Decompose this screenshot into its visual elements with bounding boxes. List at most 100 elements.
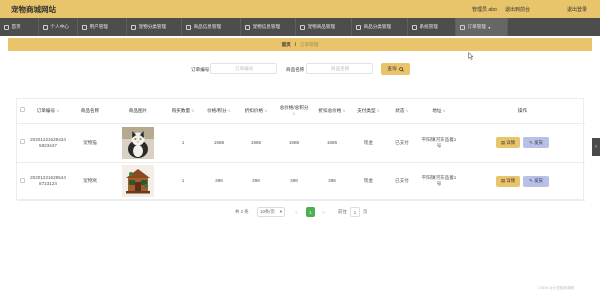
price-cell: 1988	[201, 123, 237, 163]
status-cell: 已支付	[386, 162, 418, 201]
detail-button[interactable]: ▤ 详情	[496, 175, 520, 187]
column-header[interactable]: 支付类型 ⇅	[351, 99, 386, 124]
column-header[interactable]: 地址 ⇅	[418, 99, 460, 124]
column-header[interactable]: 折扣总价格 ⇅	[313, 99, 351, 124]
discount-price-cell: 1986	[237, 123, 275, 163]
breadcrumb: 首页 / 订单管理	[8, 38, 592, 51]
document-icon: ▤	[500, 178, 506, 183]
product-image-pet-house	[122, 165, 154, 197]
nav-item-label: 系统管理	[419, 24, 438, 29]
sort-icon: ⇅	[442, 108, 446, 113]
pet-icon	[245, 24, 250, 30]
discount-total-cell: 398	[313, 162, 351, 201]
nav-item-label: 宠物信息管理	[252, 24, 281, 29]
column-header[interactable]: 订单编号 ⇅	[27, 99, 69, 124]
product-name-cell: 宠物猫	[69, 123, 111, 163]
nav-item-label: 宠物商品管理	[307, 24, 336, 29]
nav-item-label: 商品信息管理	[193, 24, 222, 29]
chevron-down-icon: ▾	[279, 209, 282, 214]
goto-page-input[interactable]: 1	[350, 207, 360, 217]
users-icon	[82, 24, 87, 30]
price-cell: 398	[201, 162, 237, 201]
nav-item-label: 首页	[11, 24, 21, 29]
detail-button[interactable]: ▤ 详情	[496, 137, 520, 148]
prev-page-button[interactable]: <	[292, 207, 301, 217]
ship-button[interactable]: ✎ 发货	[523, 175, 549, 187]
nav-item-label: 个人中心	[50, 24, 69, 29]
nav-item-home[interactable]: 首页	[0, 18, 39, 36]
nav-item-label: 宠物分类管理	[138, 24, 167, 29]
next-page-button[interactable]: >	[319, 207, 328, 217]
admin-user-label: 管理员 abo	[472, 7, 497, 13]
sort-icon: ⇅	[342, 108, 346, 113]
nav-item-system[interactable]: 系统管理	[408, 18, 456, 36]
actions-cell: ▤ 详情 ✎ 发货	[460, 123, 585, 163]
nav-item-users[interactable]: 用户管理	[78, 18, 127, 36]
column-header: 商品图片	[111, 99, 165, 124]
column-header[interactable]: 折扣价格 ⇅	[237, 99, 275, 124]
pay-type-cell: 现金	[351, 162, 386, 201]
row-checkbox[interactable]	[19, 177, 25, 183]
column-header: 商品名称	[69, 99, 111, 124]
sort-icon: ⇅	[376, 108, 380, 113]
row-checkbox[interactable]	[19, 139, 25, 144]
select-all-cell	[17, 99, 27, 124]
product-image-cell	[111, 123, 165, 163]
select-all-checkbox[interactable]	[19, 107, 25, 113]
table-header-row: 订单编号 ⇅ 商品名称 商品图片 购买数量 ⇅ 价格/积分 ⇅ 折扣价格 ⇅ 总…	[17, 99, 585, 124]
order-no-input[interactable]: 订单编号	[210, 63, 277, 74]
main-nav: 首页 个人中心 用户管理 宠物分类管理 商品信息管理 宠物信息管理 宠物商品管理…	[0, 18, 600, 36]
status-cell: 已支付	[386, 123, 418, 163]
product-image-cell	[111, 162, 165, 201]
sort-icon: ⇅	[292, 111, 296, 116]
column-header[interactable]: 价格/积分 ⇅	[201, 99, 237, 124]
page-size-select[interactable]: 10条/页 ▾	[257, 207, 285, 217]
total-cell: 398	[275, 162, 313, 201]
nav-item-label: 用户管理	[89, 24, 108, 29]
nav-item-profile[interactable]: 个人中心	[39, 18, 78, 36]
sort-icon: ⇅	[56, 108, 60, 113]
column-header[interactable]: 状态 ⇅	[386, 99, 418, 124]
column-header[interactable]: 购买数量 ⇅	[165, 99, 201, 124]
site-title: 宠物商城网站	[11, 5, 56, 14]
sort-icon: ⇅	[191, 108, 195, 113]
table-row: 202012216284345823447 宠物猫 1 1988 1986 19…	[17, 123, 585, 163]
actions-cell: ▤ 详情 ✎ 发货	[460, 162, 585, 201]
nav-item-label: 订单管理	[467, 24, 486, 29]
column-header[interactable]: 总价格/总积分 ⇅	[275, 99, 313, 124]
total-count: 共 2 条	[235, 209, 249, 214]
address-cell: 平阳镇河东品着1号	[418, 162, 460, 201]
edit-icon: ✎	[529, 139, 533, 145]
nav-item-product-info[interactable]: 商品信息管理	[182, 18, 241, 36]
nav-item-pet-category[interactable]: 宠物分类管理	[127, 18, 182, 36]
nav-item-pet-product[interactable]: 宠物商品管理	[296, 18, 352, 36]
ship-button[interactable]: ✎ 发货	[523, 137, 549, 148]
nav-item-pet-info[interactable]: 宠物信息管理	[241, 18, 296, 36]
watermark: CSDN @小笠程序源码	[538, 286, 575, 290]
sort-icon: ⇅	[264, 108, 268, 113]
breadcrumb-home[interactable]: 首页	[282, 42, 291, 48]
query-button[interactable]: 查询	[381, 63, 410, 75]
back-to-front-link[interactable]: 退出到前台	[505, 6, 530, 13]
chevron-left-icon: ‹	[595, 144, 597, 150]
breadcrumb-separator: /	[294, 42, 297, 47]
breadcrumb-current: 订单管理	[300, 41, 319, 47]
quantity-cell: 1	[165, 162, 201, 201]
product-name-input[interactable]: 商品名称	[306, 63, 373, 74]
page-1-button[interactable]: 1	[306, 207, 315, 217]
order-no-cell: 202012216284345823447	[27, 123, 69, 163]
sidebar-toggle-button[interactable]: ‹	[592, 138, 600, 156]
search-icon	[398, 66, 404, 72]
discount-price-cell: 398	[237, 162, 275, 201]
logout-link[interactable]: 退出登录	[567, 6, 587, 13]
quantity-cell: 1	[165, 123, 201, 163]
home-icon	[4, 24, 9, 30]
product-name-label: 商品名称	[286, 67, 305, 72]
nav-item-product-category[interactable]: 商品分类管理	[352, 18, 408, 36]
discount-total-cell: 1986	[313, 123, 351, 163]
orders-table: 订单编号 ⇅ 商品名称 商品图片 购买数量 ⇅ 价格/积分 ⇅ 折扣价格 ⇅ 总…	[16, 98, 585, 201]
nav-item-orders[interactable]: 订单管理 ▾	[456, 18, 508, 36]
sort-icon: ⇅	[405, 108, 409, 113]
product-icon	[186, 24, 191, 30]
mouse-cursor-icon	[468, 52, 474, 60]
